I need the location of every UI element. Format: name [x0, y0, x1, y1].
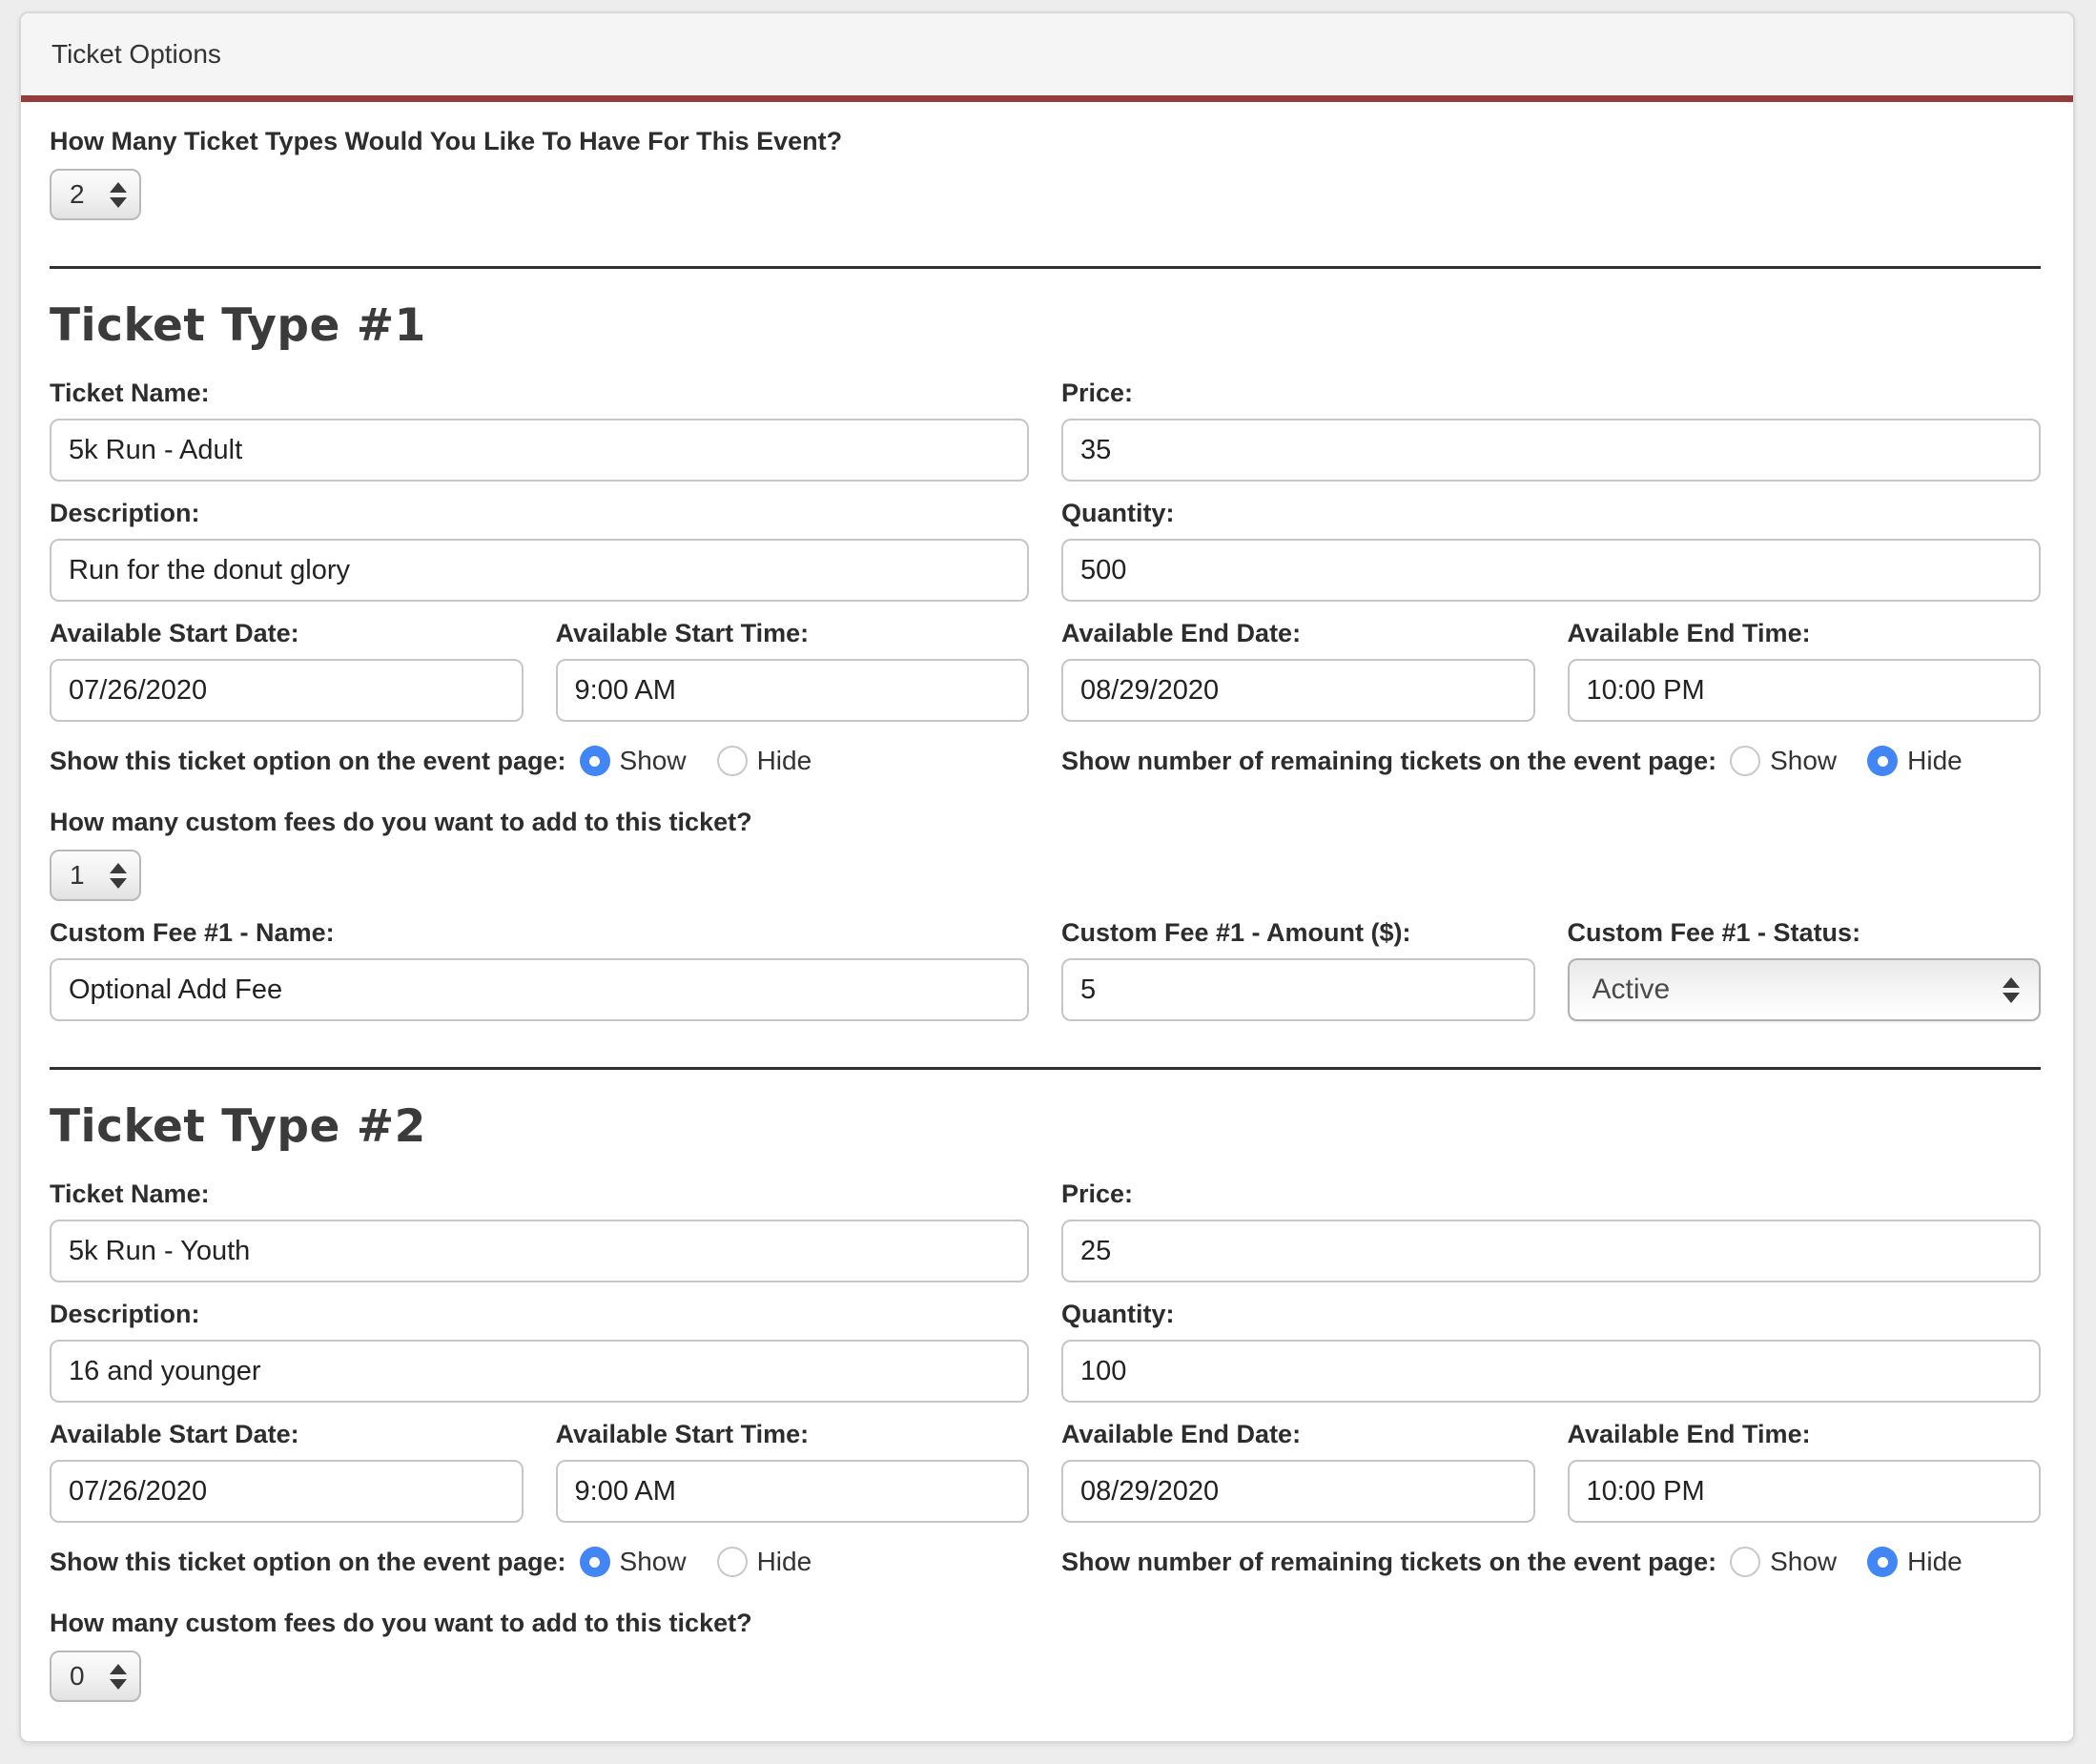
ticket-2-show-option-group: Show this ticket option on the event pag… — [50, 1546, 1029, 1578]
panel-title: Ticket Options — [51, 39, 221, 70]
available-start-date-label: Available Start Date: — [50, 1418, 524, 1450]
hide-radio-caption[interactable]: Hide — [757, 746, 812, 776]
section-divider — [50, 266, 2041, 269]
ticket-1-show-remaining-show-radio[interactable] — [1730, 746, 1760, 776]
hide-radio-caption[interactable]: Hide — [757, 1547, 812, 1577]
show-ticket-option-label: Show this ticket option on the event pag… — [50, 1546, 566, 1578]
price-label: Price: — [1061, 1178, 2041, 1210]
select-arrows-icon — [110, 863, 127, 889]
quantity-label: Quantity: — [1061, 497, 2041, 529]
ticket-2-custom-fee-count-value: 0 — [70, 1661, 85, 1692]
available-end-time-label: Available End Time: — [1568, 617, 2042, 649]
ticket-1-price-input[interactable] — [1061, 419, 2041, 482]
ticket-name-label: Ticket Name: — [50, 377, 1029, 409]
custom-fee-1-name-label: Custom Fee #1 - Name: — [50, 916, 1029, 949]
ticket-2-quantity-input[interactable] — [1061, 1340, 2041, 1403]
ticket-1-custom-fee-status-select[interactable]: Active — [1568, 958, 2042, 1021]
ticket-1-show-option-show-radio[interactable] — [580, 746, 610, 776]
ticket-1-custom-fee-count-select[interactable]: 1 — [50, 850, 141, 901]
select-arrows-icon — [2003, 977, 2020, 1003]
panel-body: How Many Ticket Types Would You Like To … — [21, 102, 2073, 1740]
show-radio-caption[interactable]: Show — [620, 746, 687, 776]
select-arrows-icon — [110, 1664, 127, 1690]
ticket-2-show-option-show-radio[interactable] — [580, 1547, 610, 1577]
custom-fee-1-amount-label: Custom Fee #1 - Amount ($): — [1061, 916, 1535, 949]
ticket-count-select[interactable]: 2 — [50, 169, 141, 220]
show-radio-caption[interactable]: Show — [620, 1547, 687, 1577]
show-remaining-label: Show number of remaining tickets on the … — [1061, 1546, 1716, 1578]
ticket-1-heading: Ticket Type #1 — [50, 297, 2041, 354]
available-end-date-label: Available End Date: — [1061, 1418, 1535, 1450]
available-end-time-label: Available End Time: — [1568, 1418, 2042, 1450]
ticket-2-show-remaining-group: Show number of remaining tickets on the … — [1061, 1546, 2041, 1578]
ticket-2-show-option-hide-radio[interactable] — [717, 1547, 748, 1577]
ticket-count-question: How Many Ticket Types Would You Like To … — [50, 125, 2041, 157]
show-radio-caption[interactable]: Show — [1770, 1547, 1837, 1577]
ticket-1-show-remaining-group: Show number of remaining tickets on the … — [1061, 745, 2041, 777]
ticket-2-show-remaining-show-radio[interactable] — [1730, 1547, 1760, 1577]
show-ticket-option-label: Show this ticket option on the event pag… — [50, 745, 566, 777]
accent-bar — [21, 95, 2073, 102]
ticket-2-start-time-input[interactable] — [556, 1460, 1030, 1523]
ticket-1-show-option-group: Show this ticket option on the event pag… — [50, 745, 1029, 777]
show-remaining-label: Show number of remaining tickets on the … — [1061, 745, 1716, 777]
ticket-1-name-input[interactable] — [50, 419, 1029, 482]
ticket-1-custom-fee-amount-input[interactable] — [1061, 958, 1535, 1021]
ticket-2-end-time-input[interactable] — [1568, 1460, 2042, 1523]
available-start-time-label: Available Start Time: — [556, 1418, 1030, 1450]
ticket-1-show-remaining-hide-radio[interactable] — [1867, 746, 1898, 776]
ticket-2-heading: Ticket Type #2 — [50, 1098, 2041, 1155]
ticket-2-start-date-input[interactable] — [50, 1460, 524, 1523]
ticket-1-custom-fees-question: How many custom fees do you want to add … — [50, 806, 2041, 838]
ticket-2-name-input[interactable] — [50, 1220, 1029, 1282]
hide-radio-caption[interactable]: Hide — [1907, 1547, 1962, 1577]
show-radio-caption[interactable]: Show — [1770, 746, 1837, 776]
ticket-1-custom-fee-status-value: Active — [1593, 974, 1671, 1006]
ticket-1-start-time-input[interactable] — [556, 659, 1030, 722]
hide-radio-caption[interactable]: Hide — [1907, 746, 1962, 776]
ticket-1-end-date-input[interactable] — [1061, 659, 1535, 722]
custom-fee-1-status-label: Custom Fee #1 - Status: — [1568, 916, 2042, 949]
price-label: Price: — [1061, 377, 2041, 409]
ticket-1-end-time-input[interactable] — [1568, 659, 2042, 722]
select-arrows-icon — [110, 182, 127, 208]
ticket-2-end-date-input[interactable] — [1061, 1460, 1535, 1523]
ticket-2-custom-fee-count-select[interactable]: 0 — [50, 1651, 141, 1702]
description-label: Description: — [50, 497, 1029, 529]
ticket-2-description-input[interactable] — [50, 1340, 1029, 1403]
ticket-1-custom-fee-count-value: 1 — [70, 860, 85, 891]
description-label: Description: — [50, 1298, 1029, 1330]
ticket-1-quantity-input[interactable] — [1061, 539, 2041, 602]
ticket-1-start-date-input[interactable] — [50, 659, 524, 722]
panel-header: Ticket Options — [21, 13, 2073, 95]
ticket-2-custom-fees-question: How many custom fees do you want to add … — [50, 1607, 2041, 1639]
ticket-1-description-input[interactable] — [50, 539, 1029, 602]
ticket-options-panel: Ticket Options How Many Ticket Types Wou… — [19, 11, 2075, 1743]
quantity-label: Quantity: — [1061, 1298, 2041, 1330]
available-start-time-label: Available Start Time: — [556, 617, 1030, 649]
ticket-count-value: 2 — [70, 179, 85, 210]
ticket-1-show-option-hide-radio[interactable] — [717, 746, 748, 776]
ticket-2-show-remaining-hide-radio[interactable] — [1867, 1547, 1898, 1577]
section-divider — [50, 1067, 2041, 1070]
ticket-name-label: Ticket Name: — [50, 1178, 1029, 1210]
ticket-2-section: Ticket Type #2 Ticket Name: Price: Descr… — [50, 1098, 2041, 1702]
ticket-2-price-input[interactable] — [1061, 1220, 2041, 1282]
available-end-date-label: Available End Date: — [1061, 617, 1535, 649]
available-start-date-label: Available Start Date: — [50, 617, 524, 649]
ticket-1-section: Ticket Type #1 Ticket Name: Price: Descr… — [50, 297, 2041, 1021]
ticket-1-custom-fee-name-input[interactable] — [50, 958, 1029, 1021]
